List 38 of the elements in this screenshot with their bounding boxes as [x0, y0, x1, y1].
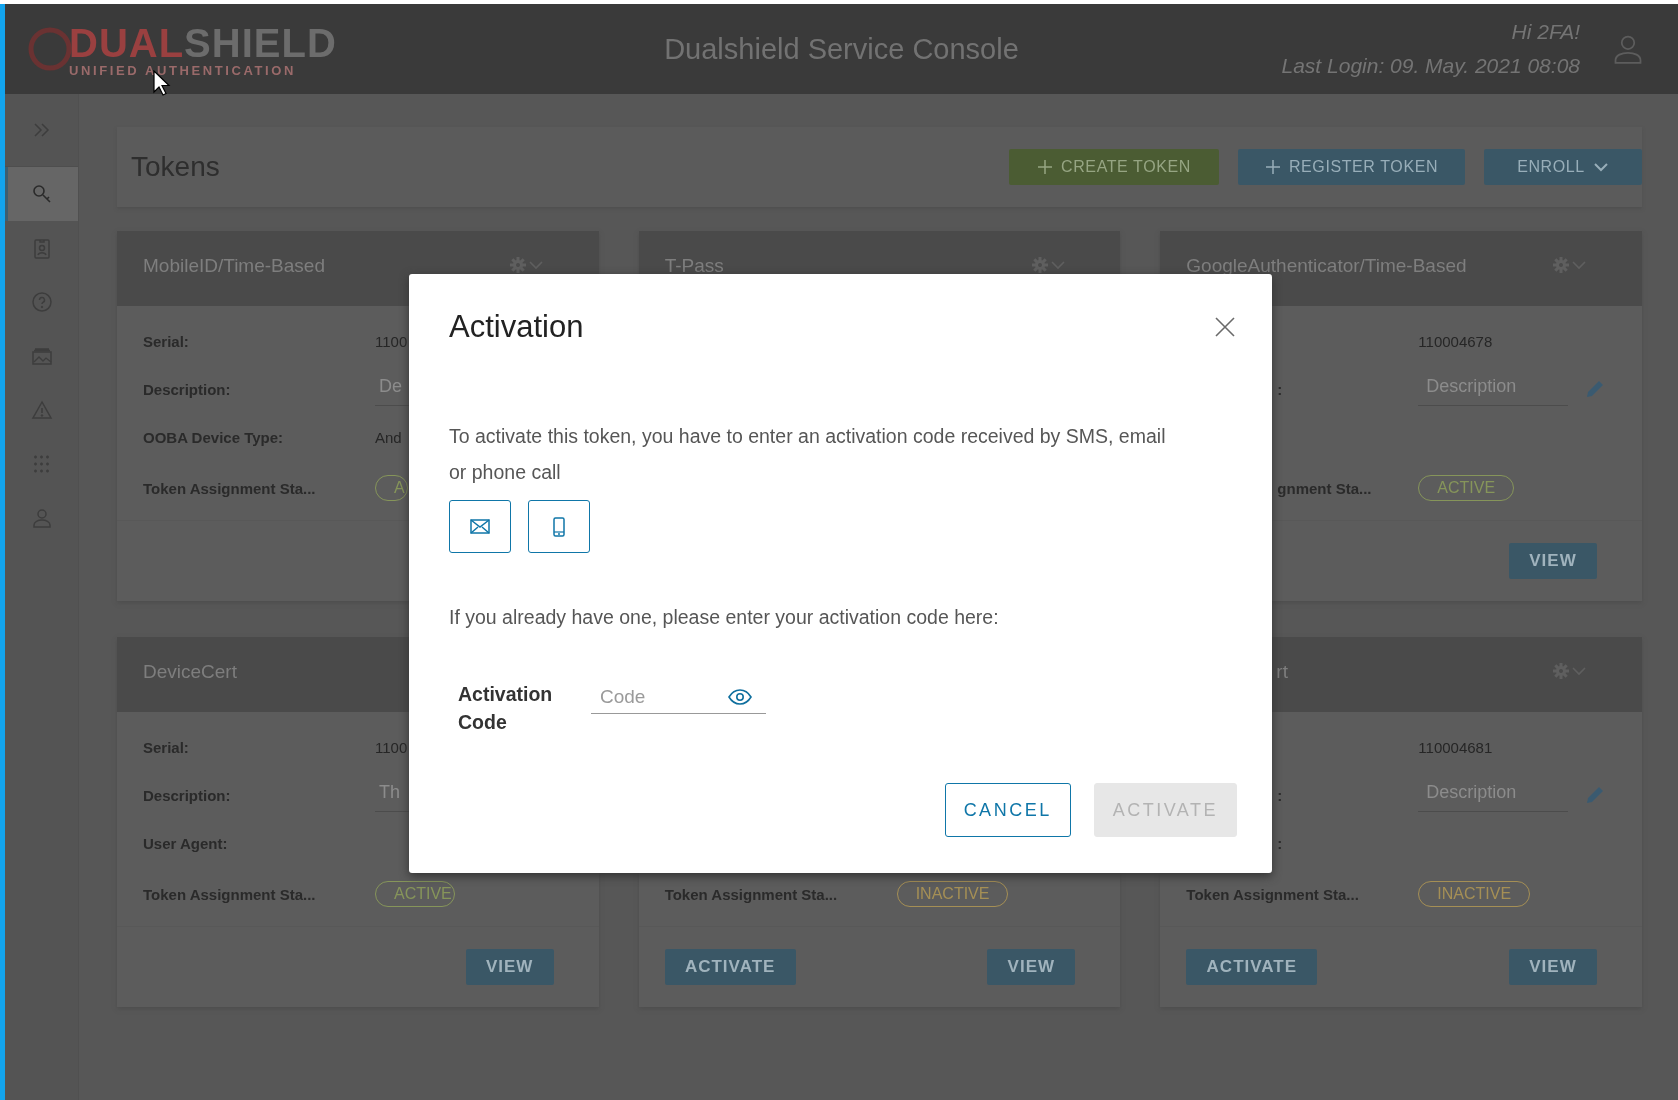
field-label: :	[1277, 786, 1283, 804]
help-icon	[30, 291, 53, 313]
email-button[interactable]	[449, 500, 511, 553]
user-icon[interactable]	[1614, 34, 1642, 64]
dialog-title: Activation	[449, 309, 584, 345]
view-button[interactable]: VIEW	[987, 949, 1076, 985]
logo-tagline: UNIFIED AUTHENTICATION	[69, 62, 297, 78]
caret-icon	[1592, 161, 1609, 173]
field-label: Activation Code	[457, 682, 554, 735]
phone-button[interactable]	[528, 500, 590, 553]
enroll-button[interactable]: ENROLL	[1484, 149, 1642, 185]
activation-code-field[interactable]: Code	[591, 680, 766, 714]
view-button[interactable]: VIEW	[465, 949, 554, 985]
user-icon	[30, 507, 53, 529]
plus-icon	[1264, 159, 1281, 175]
key-icon	[30, 183, 53, 205]
close-icon[interactable]	[1213, 315, 1237, 339]
create-token-button[interactable]: CREATE TOKEN	[1009, 149, 1219, 185]
app-title: Dualshield Service Console	[663, 32, 1020, 66]
view-button[interactable]: VIEW	[1509, 949, 1597, 985]
plus-icon	[1037, 159, 1054, 175]
instruction-text: To activate this token, you have to enter an activation code received by SMS, email or phone call	[449, 424, 1167, 485]
activate-button[interactable]: ACTIVATE	[1186, 949, 1318, 985]
field-label: :	[1277, 834, 1283, 852]
prompt-text: If you already have one, please enter your activation code here:	[449, 605, 1000, 630]
greeting-text: Hi 2FA!	[1511, 20, 1580, 44]
register-token-button[interactable]: REGISTER TOKEN	[1238, 149, 1465, 185]
field-label: :	[1277, 380, 1283, 398]
activate-button[interactable]: ACTIVATE	[664, 949, 796, 985]
warning-icon	[30, 399, 53, 421]
caret-icon	[1050, 260, 1065, 270]
caret-icon	[529, 260, 543, 270]
last-login-text: Last Login: 09. May. 2021 08:08	[1281, 54, 1580, 78]
image-stack-icon	[30, 345, 53, 367]
sidebar-item[interactable]	[5, 167, 78, 221]
eye-icon[interactable]	[728, 689, 752, 705]
view-button[interactable]: VIEW	[1509, 543, 1597, 579]
dialog-button[interactable]: CANCEL	[944, 783, 1071, 837]
